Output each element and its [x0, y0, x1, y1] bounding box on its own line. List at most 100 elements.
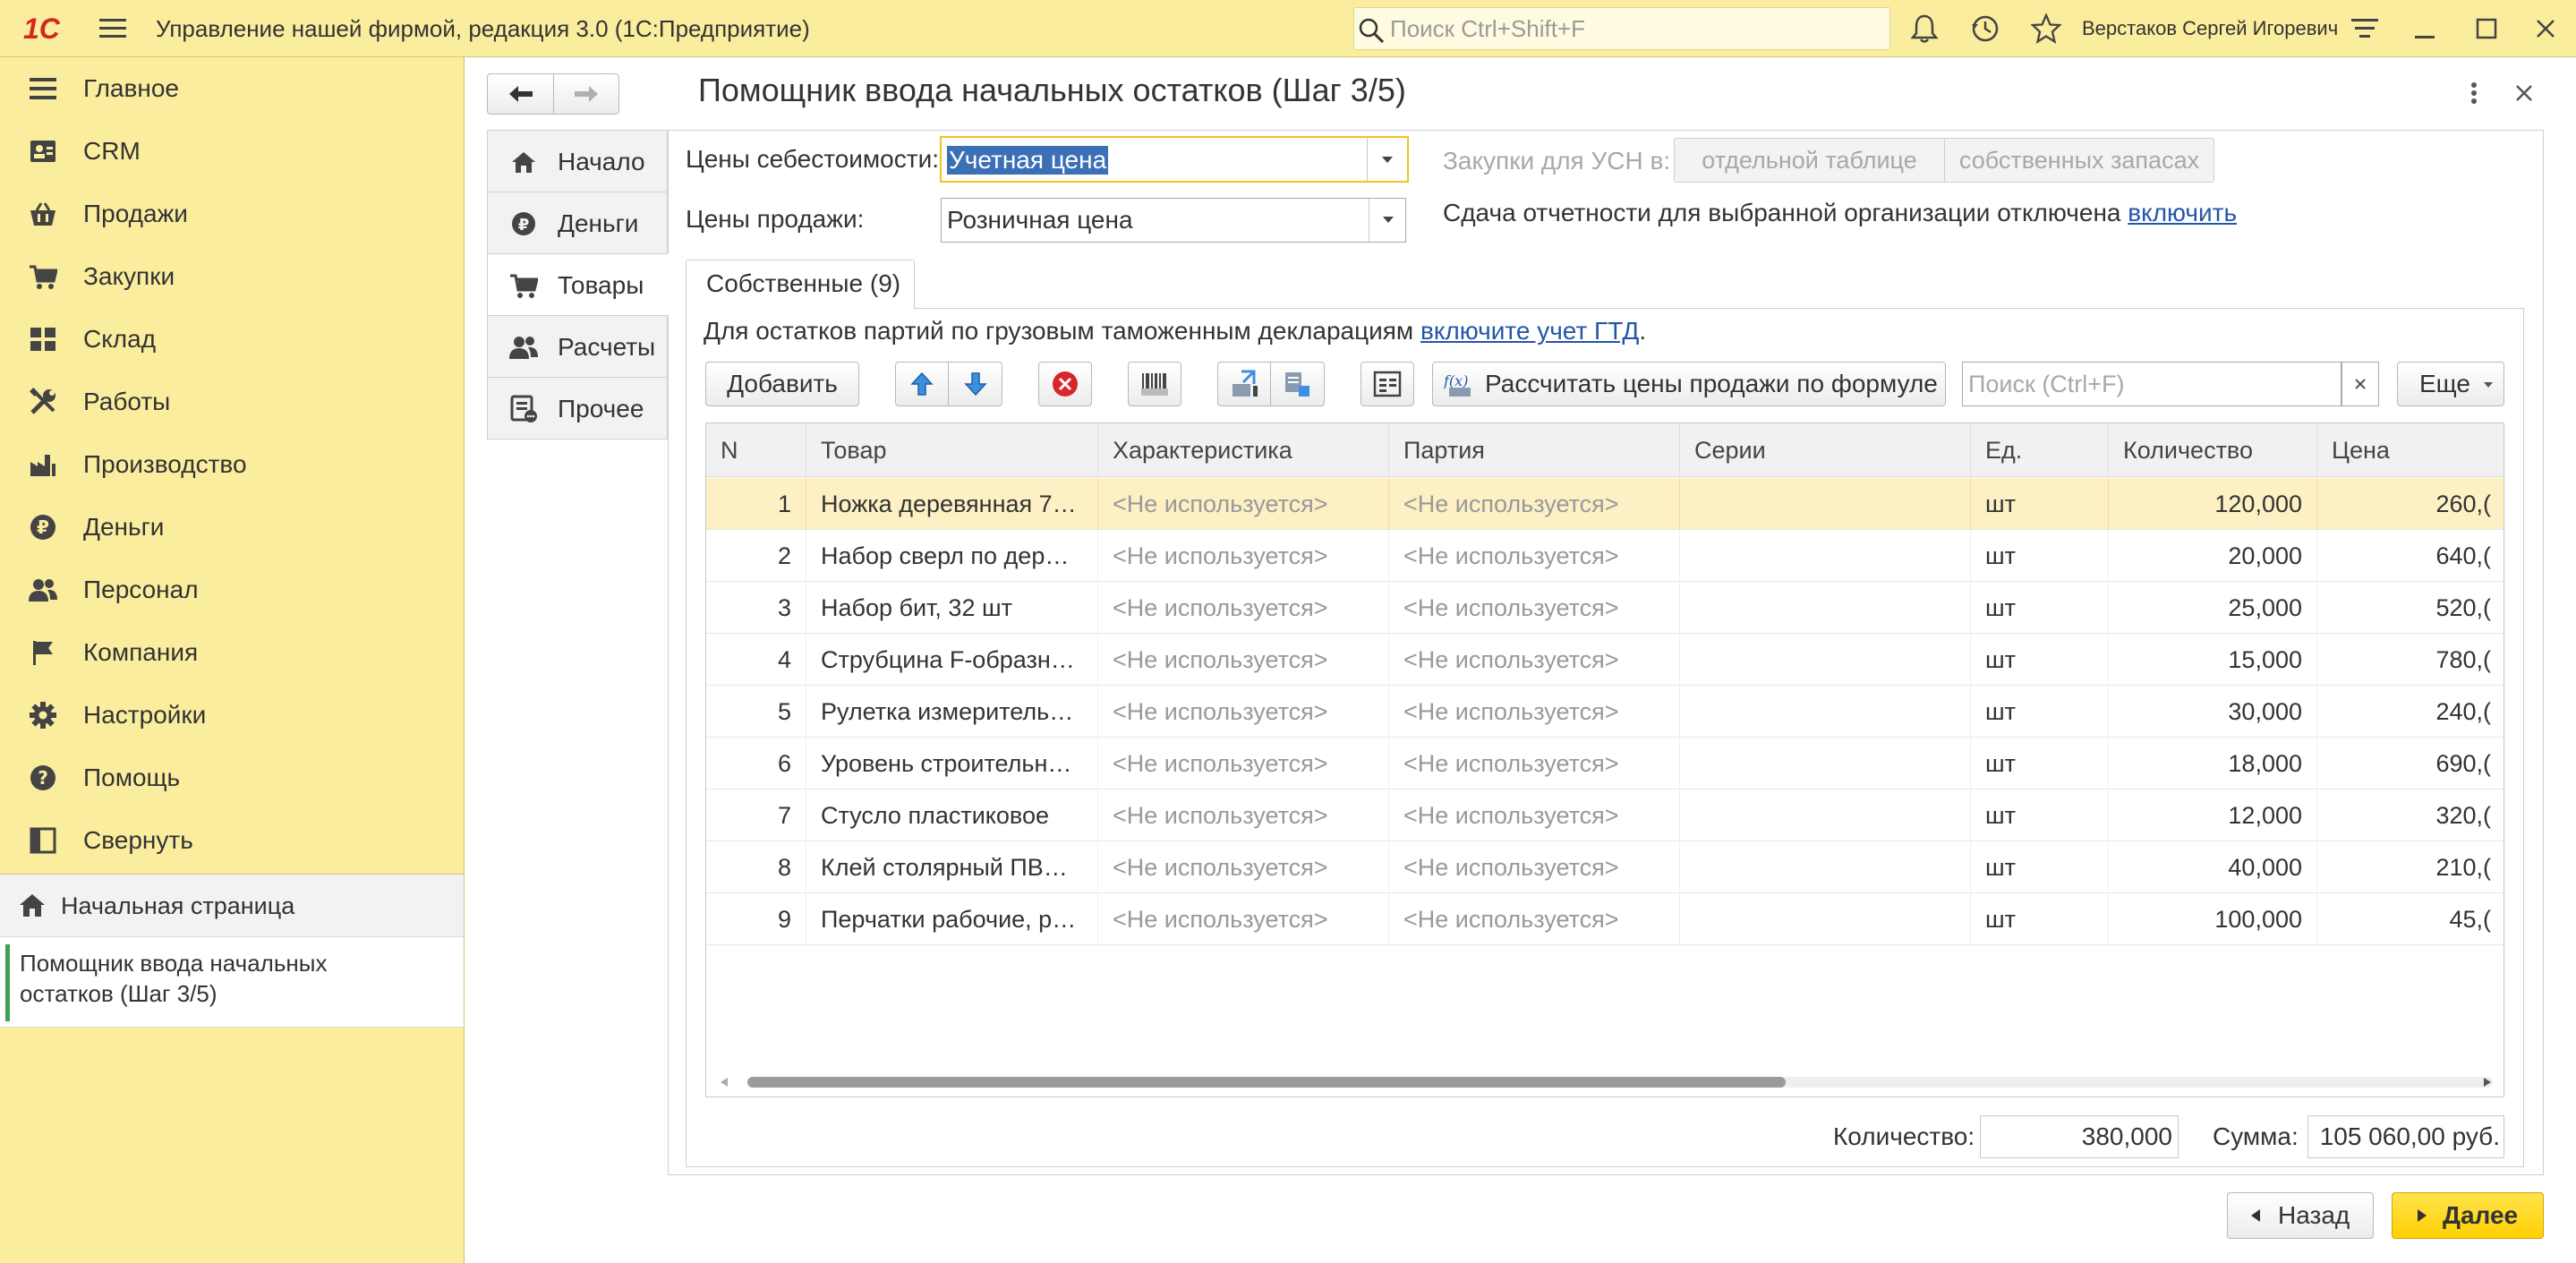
cell-item[interactable]: Ножка деревянная 7… — [806, 478, 1098, 530]
cell-unit[interactable]: шт — [1971, 582, 2109, 634]
cell-char[interactable]: <Не используется> — [1098, 582, 1389, 634]
delete-row-button[interactable] — [1038, 362, 1092, 406]
cell-price[interactable]: 780,( — [2317, 634, 2503, 686]
chevron-down-icon[interactable] — [1382, 216, 1395, 225]
main-menu-icon[interactable] — [93, 9, 132, 48]
cell-series[interactable] — [1680, 789, 1971, 841]
add-button[interactable]: Добавить — [705, 362, 859, 406]
cell-price[interactable]: 320,( — [2317, 789, 2503, 841]
cell-item[interactable]: Стусло пластиковое — [806, 789, 1098, 841]
cell-char[interactable]: <Не используется> — [1098, 738, 1389, 789]
close-window-icon[interactable] — [2526, 9, 2565, 48]
cell-char[interactable]: <Не используется> — [1098, 478, 1389, 530]
cell-char[interactable]: <Не используется> — [1098, 686, 1389, 738]
table-row[interactable]: 5 Рулетка измеритель… <Не используется> <Не… — [706, 686, 2503, 738]
sale-price-select[interactable]: Розничная цена — [941, 198, 1406, 243]
back-button[interactable]: Назад — [2227, 1192, 2374, 1239]
cell-n[interactable]: 3 — [706, 582, 806, 634]
table-row[interactable]: 9 Перчатки рабочие, р… <Не используется> <Н… — [706, 893, 2503, 945]
cell-unit[interactable]: шт — [1971, 841, 2109, 893]
cell-unit[interactable]: шт — [1971, 686, 2109, 738]
cell-qty[interactable]: 15,000 — [2109, 634, 2317, 686]
sidebar-item-warehouse[interactable]: Склад — [0, 308, 464, 371]
sidebar-item-production[interactable]: Производство — [0, 433, 464, 496]
more-actions-icon[interactable] — [2463, 77, 2485, 109]
table-row[interactable]: 4 Струбцина F-образн… <Не используется> <Не… — [706, 634, 2503, 686]
enable-gtd-link[interactable]: включите учет ГТД — [1420, 317, 1639, 345]
sidebar-item-help[interactable]: ? Помощь — [0, 747, 464, 809]
cell-series[interactable] — [1680, 530, 1971, 582]
settings-lines-icon[interactable] — [2345, 9, 2384, 48]
cell-item[interactable]: Набор сверл по дер… — [806, 530, 1098, 582]
scroll-thumb[interactable] — [747, 1077, 1786, 1088]
cell-series[interactable] — [1680, 738, 1971, 789]
1c-logo[interactable]: 1С — [23, 11, 60, 47]
tab-goods[interactable]: Товары — [487, 253, 668, 316]
arrow-up-icon[interactable] — [896, 363, 949, 405]
table-row[interactable]: 2 Набор сверл по дер… <Не используется> <Не… — [706, 530, 2503, 582]
cell-n[interactable]: 5 — [706, 686, 806, 738]
barcode-button[interactable] — [1128, 362, 1181, 406]
maximize-icon[interactable] — [2467, 9, 2506, 48]
tab-settlements[interactable]: Расчеты — [487, 315, 668, 378]
cell-unit[interactable]: шт — [1971, 893, 2109, 945]
cell-series[interactable] — [1680, 841, 1971, 893]
sidebar-item-settings[interactable]: Настройки — [0, 684, 464, 747]
cell-price[interactable]: 690,( — [2317, 738, 2503, 789]
cell-series[interactable] — [1680, 478, 1971, 530]
cell-unit[interactable]: шт — [1971, 634, 2109, 686]
cell-char[interactable]: <Не используется> — [1098, 841, 1389, 893]
bell-icon[interactable] — [1905, 9, 1944, 48]
close-form-icon[interactable] — [2512, 81, 2537, 106]
cell-price[interactable]: 260,( — [2317, 478, 2503, 530]
cell-unit[interactable]: шт — [1971, 478, 2109, 530]
col-header-unit[interactable]: Ед. — [1971, 423, 2109, 477]
cell-price[interactable]: 210,( — [2317, 841, 2503, 893]
cell-qty[interactable]: 25,000 — [2109, 582, 2317, 634]
calc-prices-button[interactable]: f(x) Рассчитать цены продажи по формуле — [1432, 362, 1946, 406]
cell-qty[interactable]: 18,000 — [2109, 738, 2317, 789]
cell-char[interactable]: <Не используется> — [1098, 530, 1389, 582]
cell-item[interactable]: Рулетка измеритель… — [806, 686, 1098, 738]
sidebar-item-personnel[interactable]: Персонал — [0, 559, 464, 621]
table-row[interactable]: 1 Ножка деревянная 7… <Не используется> <Не… — [706, 478, 2503, 530]
next-button[interactable]: Далее — [2392, 1192, 2544, 1239]
cell-item[interactable]: Уровень строительн… — [806, 738, 1098, 789]
cell-char[interactable]: <Не используется> — [1098, 634, 1389, 686]
horizontal-scrollbar[interactable] — [706, 1068, 2503, 1097]
arrow-down-icon[interactable] — [950, 363, 1002, 405]
cell-price[interactable]: 640,( — [2317, 530, 2503, 582]
usn-option-own[interactable]: собственных запасах — [1945, 139, 2213, 182]
cell-batch[interactable]: <Не используется> — [1389, 738, 1680, 789]
clear-search-button[interactable] — [2341, 362, 2379, 406]
cell-qty[interactable]: 100,000 — [2109, 893, 2317, 945]
back-arrow-icon[interactable] — [488, 74, 554, 114]
sidebar-item-works[interactable]: Работы — [0, 371, 464, 433]
cell-series[interactable] — [1680, 582, 1971, 634]
cell-batch[interactable]: <Не используется> — [1389, 686, 1680, 738]
minimize-icon[interactable] — [2406, 9, 2445, 48]
chevron-down-icon[interactable] — [1381, 156, 1394, 165]
cell-n[interactable]: 2 — [706, 530, 806, 582]
global-search-input[interactable]: Поиск Ctrl+Shift+F — [1353, 7, 1890, 50]
history-icon[interactable] — [1966, 9, 2005, 48]
col-header-price[interactable]: Цена — [2317, 423, 2503, 477]
cell-series[interactable] — [1680, 893, 1971, 945]
edit-in-list-button[interactable] — [1361, 362, 1414, 406]
col-header-characteristic[interactable]: Характеристика — [1098, 423, 1389, 477]
cell-batch[interactable]: <Не используется> — [1389, 478, 1680, 530]
more-button[interactable]: Еще — [2397, 362, 2504, 406]
tab-money[interactable]: ₽ Деньги — [487, 192, 668, 254]
cell-item[interactable]: Клей столярный ПВ… — [806, 841, 1098, 893]
cell-char[interactable]: <Не используется> — [1098, 789, 1389, 841]
cell-n[interactable]: 8 — [706, 841, 806, 893]
table-search-input[interactable]: Поиск (Ctrl+F) — [1962, 362, 2341, 406]
sidebar-item-collapse[interactable]: Свернуть — [0, 809, 464, 872]
cell-qty[interactable]: 30,000 — [2109, 686, 2317, 738]
cell-batch[interactable]: <Не используется> — [1389, 582, 1680, 634]
cell-batch[interactable]: <Не используется> — [1389, 634, 1680, 686]
col-header-qty[interactable]: Количество — [2109, 423, 2317, 477]
col-header-batch[interactable]: Партия — [1389, 423, 1680, 477]
sidebar-item-main[interactable]: Главное — [0, 57, 464, 120]
home-page-link[interactable]: Начальная страница — [0, 874, 464, 936]
